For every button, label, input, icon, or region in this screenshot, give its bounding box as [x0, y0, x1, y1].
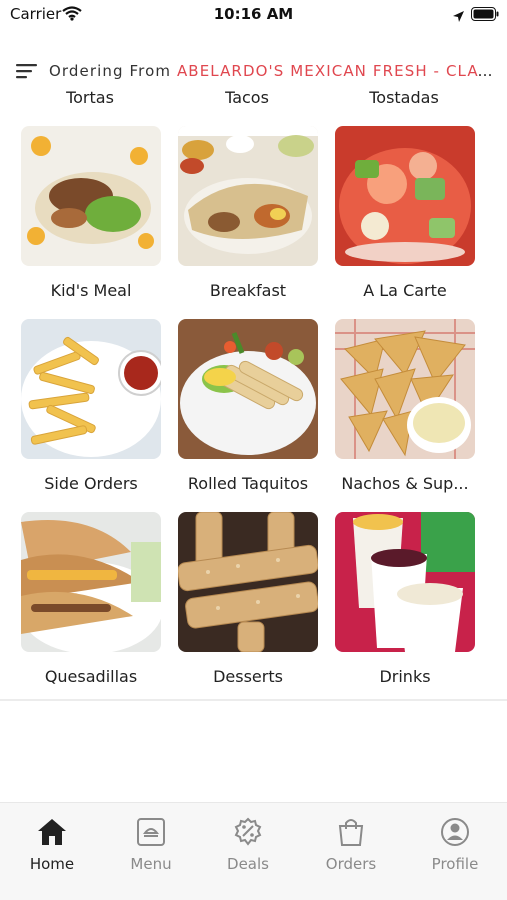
status-bar: Carrier 10:16 AM — [0, 0, 507, 30]
kids-meal-image — [21, 126, 161, 266]
category-card-drinks[interactable]: Drinks — [335, 512, 475, 686]
category-card-quesadillas[interactable]: Quesadillas — [21, 512, 161, 686]
tab-label: Deals — [227, 855, 269, 873]
profile-icon — [405, 817, 505, 847]
tab-label: Profile — [431, 855, 479, 873]
category-label: Breakfast — [209, 281, 287, 300]
ordering-header: Ordering From ABELARDO'S MEXICAN FRESH -… — [0, 52, 507, 90]
tab-home[interactable]: Home — [2, 817, 102, 881]
tab-label: Orders — [325, 855, 377, 873]
category-card-nachos[interactable]: Nachos & Sup... — [335, 319, 475, 493]
category-card-a-la-carte[interactable]: A La Carte — [335, 126, 475, 300]
category-label: Rolled Taquitos — [187, 474, 309, 493]
tab-menu[interactable]: Menu — [101, 817, 201, 881]
category-label: Quesadillas — [44, 667, 138, 686]
side-orders-image — [21, 319, 161, 459]
category-label: A La Carte — [363, 281, 447, 300]
tab-label: Menu — [130, 855, 172, 873]
category-label: Kid's Meal — [50, 281, 132, 300]
a-la-carte-image — [335, 126, 475, 266]
category-card-breakfast[interactable]: Breakfast — [178, 126, 318, 300]
category-label: Drinks — [379, 667, 431, 686]
ordering-from-location[interactable]: Ordering From ABELARDO'S MEXICAN FRESH -… — [49, 62, 495, 80]
content-divider — [0, 699, 507, 701]
restaurant-name: ABELARDO'S MEXICAN FRESH - CLAY... — [176, 62, 495, 80]
deals-percent-icon — [198, 817, 298, 847]
desserts-image — [178, 512, 318, 652]
shopping-bag-icon — [301, 817, 401, 847]
quesadillas-image — [21, 512, 161, 652]
partial-category-row: Tortas Tacos Tostadas — [0, 90, 507, 112]
tab-deals[interactable]: Deals — [198, 817, 298, 881]
menu-tray-icon — [101, 817, 201, 847]
tab-label: Home — [29, 855, 75, 873]
category-label: Desserts — [213, 667, 283, 686]
battery-icon — [471, 6, 499, 25]
tab-profile[interactable]: Profile — [405, 817, 505, 881]
category-label: Nachos & Sup... — [341, 474, 469, 493]
rolled-taquitos-image — [178, 319, 318, 459]
category-card-side-orders[interactable]: Side Orders — [21, 319, 161, 493]
breakfast-image — [178, 126, 318, 266]
ordering-prefix: Ordering From — [49, 62, 172, 80]
category-card-rolled-taquitos[interactable]: Rolled Taquitos — [178, 319, 318, 493]
filter-menu-icon[interactable] — [16, 62, 38, 84]
status-time: 10:16 AM — [213, 5, 294, 23]
category-card-kids-meal[interactable]: Kid's Meal — [21, 126, 161, 300]
category-label: Side Orders — [44, 474, 138, 493]
drinks-image — [335, 512, 475, 652]
home-icon — [2, 817, 102, 847]
category-label-tostadas[interactable]: Tostadas — [325, 90, 483, 107]
category-card-desserts[interactable]: Desserts — [178, 512, 318, 686]
location-arrow-icon — [452, 8, 465, 27]
category-label-tacos[interactable]: Tacos — [168, 90, 326, 107]
tab-orders[interactable]: Orders — [301, 817, 401, 881]
category-label-tortas[interactable]: Tortas — [11, 90, 169, 107]
bottom-tab-bar: Home Menu Deals Orders Profile — [0, 802, 507, 900]
nachos-image — [335, 319, 475, 459]
